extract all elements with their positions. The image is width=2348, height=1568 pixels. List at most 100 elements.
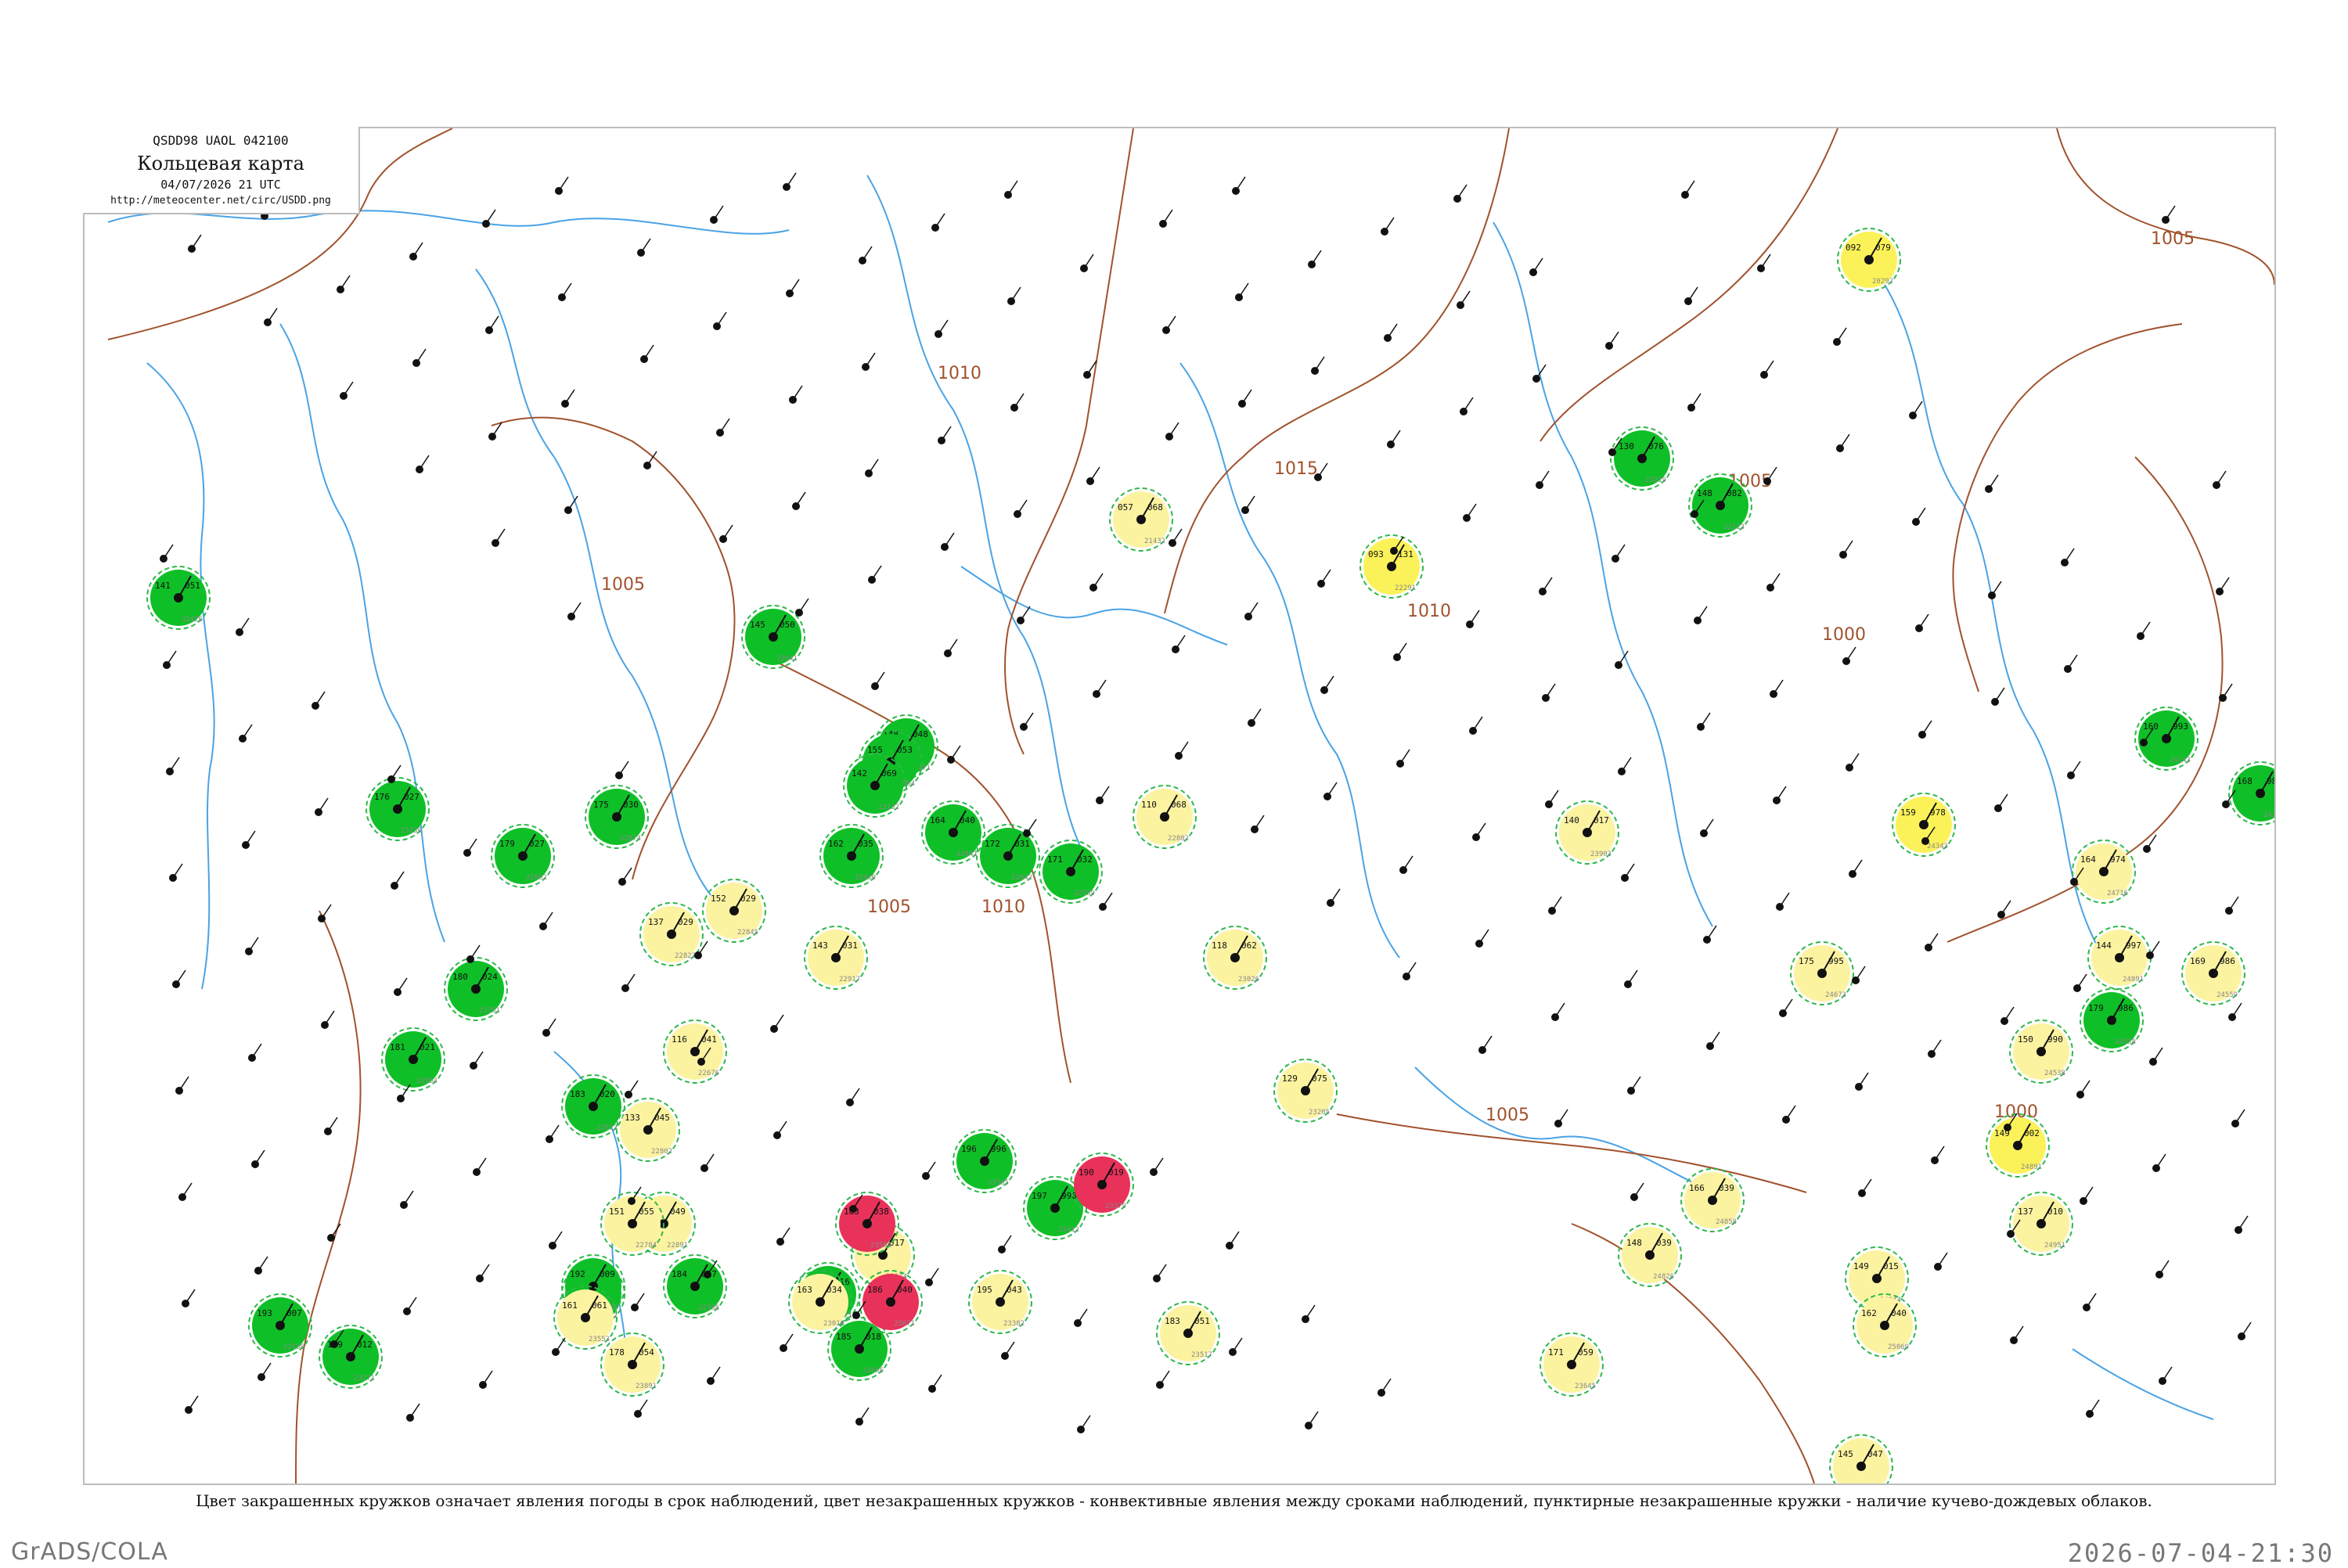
station-marker[interactable]: 175 030 22974 — [585, 785, 649, 849]
station-pressure: 032 — [1077, 854, 1093, 865]
station-marker[interactable]: 150 990 24538 — [2009, 1020, 2073, 1084]
station-pressure: 002 — [2024, 1128, 2040, 1138]
station-marker[interactable]: 179 986 24538 — [2080, 988, 2144, 1052]
station-pressure: 048 — [913, 729, 928, 739]
station-pressure: 986 — [2118, 1003, 2134, 1013]
station-marker[interactable]: 093 131 22291 — [1359, 534, 1424, 599]
station-marker[interactable]: 092 079 20292 — [1837, 228, 1901, 292]
station-marker[interactable]: 178 054 23891 — [600, 1332, 664, 1397]
wind-barb-icon — [2076, 973, 2087, 989]
wind-barb-icon — [239, 617, 250, 633]
station-marker[interactable]: 152 029 22845 — [702, 879, 766, 943]
wind-barb-icon — [2238, 1215, 2249, 1231]
station-marker[interactable]: 193 007 23156 — [248, 1293, 312, 1358]
station-temperature: 168 — [2237, 776, 2253, 786]
station-marker[interactable]: 168 988 24261 — [2228, 761, 2274, 825]
station-marker[interactable]: 159 978 24343 — [1892, 793, 1956, 857]
station-marker[interactable]: 133 045 22802 — [616, 1098, 680, 1162]
station-marker[interactable]: 18901223271 — [319, 1325, 383, 1389]
wind-barb-icon — [1633, 1182, 1644, 1198]
station-pressure: 082 — [1727, 488, 1742, 498]
station-index: 21432 — [1144, 538, 1165, 545]
station-temperature: 175 — [1799, 956, 1814, 966]
station-pressure: 974 — [2110, 854, 2126, 865]
isobar-label: 1005 — [2151, 229, 2195, 249]
station-marker[interactable]: 162 040 25069 — [1853, 1293, 1917, 1358]
isobar-label: 1005 — [867, 897, 911, 917]
wind-barb-icon — [2004, 1006, 2015, 1022]
wind-barb-icon — [1384, 217, 1395, 232]
station-temperature: 166 — [1689, 1183, 1705, 1193]
station-pressure: 040 — [960, 815, 975, 825]
station-temperature: 155 — [867, 745, 883, 755]
station-marker[interactable]: 169 986 24559 — [2181, 941, 2245, 1005]
station-pressure: 010 — [2047, 1207, 2063, 1217]
station-marker[interactable]: 176 027 23236 — [366, 777, 430, 841]
station-pressure: 034 — [826, 1285, 842, 1295]
station-marker[interactable]: 137 010 24951 — [2009, 1192, 2073, 1256]
station-index: 20292 — [1872, 278, 1893, 286]
wind-barb-icon — [1542, 577, 1553, 592]
station-pressure: 075 — [1312, 1074, 1327, 1084]
station-marker[interactable]: 140 017 23903 — [1555, 800, 1619, 865]
station-temperature: 145 — [750, 620, 765, 630]
wind-barb-icon — [1763, 360, 1774, 376]
station-marker[interactable]: 196 996 23365 — [953, 1129, 1017, 1193]
wind-barb-icon — [1855, 966, 1866, 981]
station-marker[interactable]: 057 068 21432 — [1109, 487, 1173, 552]
station-marker[interactable]: 183 051 23517 — [1156, 1301, 1220, 1365]
station-marker[interactable]: 171 032 22559 — [1039, 840, 1103, 904]
wind-barb-icon — [1709, 1031, 1720, 1047]
station-marker[interactable]: 190 019 23379 — [1070, 1153, 1134, 1217]
station-marker[interactable]: 164 040 22841 — [921, 800, 985, 865]
bulletin-code: QSDD98 UAOL 042100 — [153, 133, 289, 148]
station-marker[interactable]: 18303823554 — [835, 1192, 899, 1256]
station-marker[interactable]: 186 040 23671 — [859, 1270, 923, 1334]
station-marker[interactable]: 137 029 22823 — [639, 902, 704, 966]
station-index: 24538 — [2044, 1070, 2065, 1077]
isobar-label: 1005 — [601, 575, 645, 595]
station-marker[interactable]: 129 075 23205 — [1273, 1059, 1338, 1123]
wind-barb-icon — [1014, 393, 1025, 408]
station-index: 23205 — [1309, 1109, 1330, 1117]
station-marker[interactable]: 171 059 23645 — [1540, 1332, 1604, 1397]
wind-barb-icon — [1162, 209, 1173, 225]
wind-barb-icon — [321, 904, 332, 919]
station-marker[interactable]: 162 035 22830 — [819, 824, 884, 888]
station-temperature: 159 — [1900, 807, 1916, 818]
station-index: 22426 — [182, 616, 203, 624]
station-marker[interactable]: 179 027 22992 — [491, 824, 555, 888]
station-marker[interactable]: 14504725216 — [1829, 1434, 1893, 1483]
wind-barb-icon — [416, 348, 427, 364]
station-marker[interactable]: 180 024 22751 — [444, 957, 508, 1021]
station-marker[interactable]: 148 039 24826 — [1618, 1223, 1682, 1287]
station-marker[interactable]: 118 062 23026 — [1203, 926, 1267, 990]
station-marker[interactable]: 175 995 24673 — [1790, 941, 1854, 1005]
station-pressure: 068 — [1171, 800, 1187, 810]
station-marker[interactable]: 181 021 22854 — [381, 1027, 445, 1091]
station-marker[interactable]: 164 974 24716 — [2072, 840, 2136, 904]
wind-barb-icon — [634, 1293, 645, 1308]
station-temperature: 164 — [2080, 854, 2096, 865]
station-marker[interactable]: 160 993 24143 — [2134, 707, 2199, 771]
station-marker[interactable]: 149 00224891 — [1986, 1113, 2050, 1178]
station-pressure: 018 — [866, 1332, 881, 1342]
station-marker[interactable]: 130 076 23219 — [1610, 426, 1674, 491]
station-marker[interactable]: 145 050 22641 — [741, 605, 805, 669]
station-marker[interactable]: 143 031 22917 — [804, 926, 868, 990]
wind-barb-icon — [1469, 610, 1480, 625]
station-marker[interactable]: 18401722788 — [663, 1254, 727, 1318]
station-temperature: 197 — [1032, 1191, 1047, 1201]
wind-barb-icon — [792, 385, 803, 401]
station-index: 23271 — [354, 1375, 375, 1383]
station-marker[interactable]: 110 068 22802 — [1133, 785, 1197, 849]
station-marker[interactable]: 183 020 22573 — [561, 1074, 625, 1138]
station-marker[interactable]: 144 997 24891 — [2087, 926, 2152, 990]
station-temperature: 172 — [985, 839, 1000, 849]
station-marker[interactable]: 166 039 24858 — [1680, 1168, 1745, 1232]
wind-barb-icon — [1551, 896, 1562, 912]
wind-barb-icon — [340, 275, 351, 290]
station-marker[interactable]: 195 043 23382 — [968, 1270, 1032, 1334]
wind-barb-icon — [1687, 286, 1698, 302]
station-marker[interactable]: 116 041 22676 — [663, 1020, 727, 1084]
